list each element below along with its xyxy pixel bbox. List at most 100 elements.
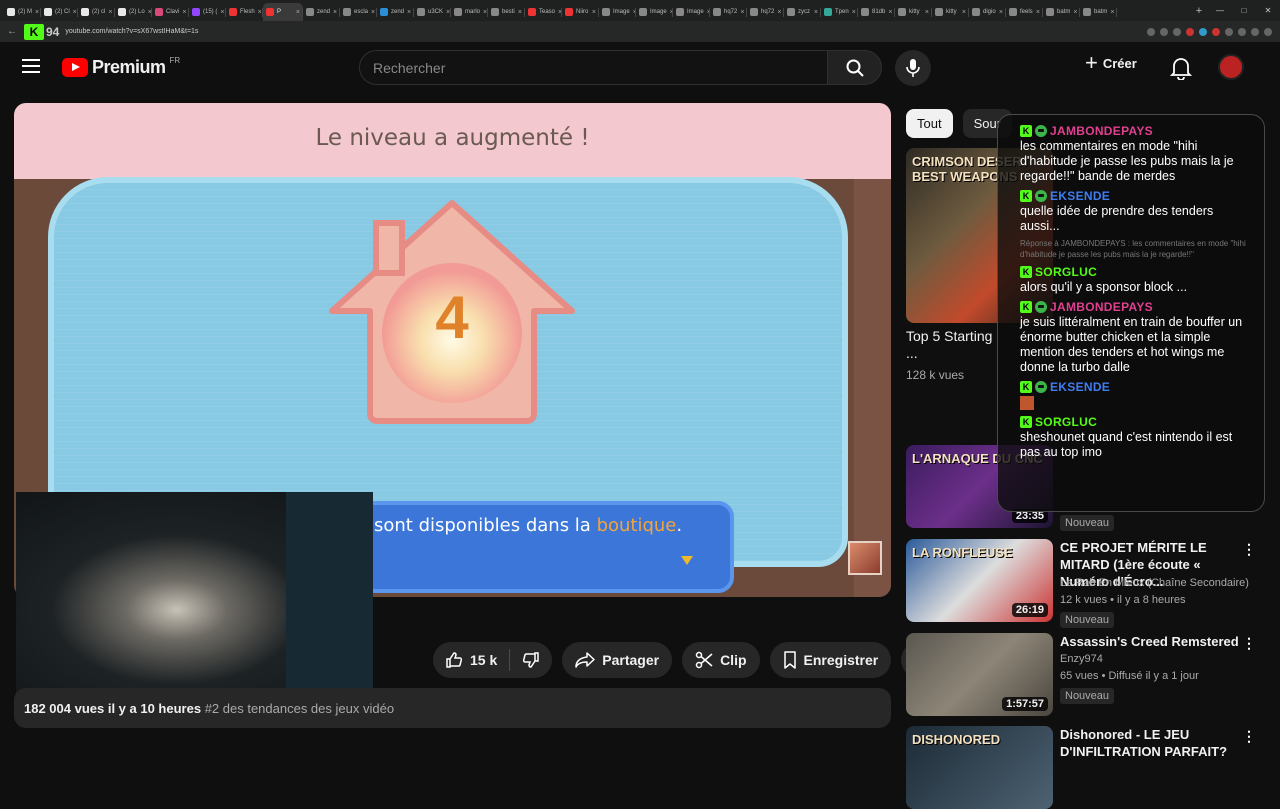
browser-tab[interactable]: zend × bbox=[303, 3, 340, 21]
description-box[interactable]: 182 004 vues il y a 10 heures #2 des ten… bbox=[14, 688, 891, 728]
tab-close-icon[interactable]: × bbox=[407, 9, 411, 16]
chat-username[interactable]: EKSENDE bbox=[1050, 189, 1110, 203]
video-title[interactable]: Assassin's Creed Remstered bbox=[1060, 633, 1240, 650]
search-input[interactable]: Rechercher bbox=[359, 50, 828, 85]
channel-name[interactable]: Enzy974 bbox=[1060, 653, 1103, 665]
notifications-bell-icon[interactable] bbox=[1170, 56, 1192, 80]
extension-icon[interactable] bbox=[1186, 27, 1194, 36]
browser-tab[interactable]: (15) (× bbox=[189, 3, 226, 21]
browser-tab[interactable]: Teaso × bbox=[525, 3, 562, 21]
browser-tab[interactable]: batm × bbox=[1080, 3, 1117, 21]
maximize-button[interactable]: □ bbox=[1232, 6, 1256, 15]
menu-dots-icon[interactable] bbox=[1264, 27, 1272, 36]
browser-tab[interactable]: Image × bbox=[636, 3, 673, 21]
trending-tag[interactable]: #2 des tendances des jeux vidéo bbox=[205, 701, 394, 716]
tab-close-icon[interactable]: × bbox=[592, 9, 596, 16]
url-field[interactable]: youtube.com/watch?v=sX67wstIHaM&t=1s bbox=[65, 28, 1141, 35]
browser-tab[interactable]: zend × bbox=[377, 3, 414, 21]
browser-tab[interactable]: digio × bbox=[969, 3, 1006, 21]
video-title[interactable]: Top 5 Starting ... bbox=[906, 328, 996, 362]
browser-tab[interactable]: Image × bbox=[673, 3, 710, 21]
chat-username[interactable]: SORGLUC bbox=[1035, 265, 1097, 279]
clip-button[interactable]: Clip bbox=[682, 642, 760, 678]
browser-tab[interactable]: (2) cl × bbox=[78, 3, 115, 21]
channel-name[interactable]: Le Rab En Mieux (Chaîne Secondaire) bbox=[1060, 577, 1249, 589]
browser-tab[interactable]: Image × bbox=[599, 3, 636, 21]
browser-tab[interactable]: Flesh × bbox=[226, 3, 263, 21]
chat-username[interactable]: SORGLUC bbox=[1035, 415, 1097, 429]
youtube-logo[interactable]: Premium FR bbox=[62, 56, 180, 78]
tab-close-icon[interactable]: × bbox=[333, 9, 337, 16]
tab-close-icon[interactable]: × bbox=[1036, 9, 1040, 16]
chat-username[interactable]: EKSENDE bbox=[1050, 380, 1110, 394]
filter-chip[interactable]: Tout bbox=[906, 109, 953, 138]
browser-tab[interactable]: Tpen × bbox=[821, 3, 858, 21]
tab-close-icon[interactable]: × bbox=[962, 9, 966, 16]
tab-close-icon[interactable]: × bbox=[220, 9, 224, 16]
avatar[interactable] bbox=[1218, 54, 1244, 80]
browser-tab[interactable]: besti × bbox=[488, 3, 525, 21]
browser-tab[interactable]: 81db × bbox=[858, 3, 895, 21]
new-tab-button[interactable]: + bbox=[1190, 5, 1208, 17]
browser-tab[interactable]: hq72 × bbox=[747, 3, 784, 21]
more-options-icon[interactable]: ⋮ bbox=[1242, 541, 1256, 558]
chat-username[interactable]: JAMBONDEPAYS bbox=[1050, 300, 1153, 314]
browser-tab[interactable]: marlo × bbox=[451, 3, 488, 21]
tab-close-icon[interactable]: × bbox=[999, 9, 1003, 16]
browser-tab[interactable]: batm × bbox=[1043, 3, 1080, 21]
browser-tab[interactable]: hq72 × bbox=[710, 3, 747, 21]
video-thumbnail[interactable]: LA RONFLEUSE 26:19 bbox=[906, 539, 1053, 622]
browser-tab[interactable]: feels × bbox=[1006, 3, 1043, 21]
search-button[interactable] bbox=[827, 50, 882, 85]
tab-close-icon[interactable]: × bbox=[73, 9, 77, 16]
voice-search-button[interactable] bbox=[895, 50, 931, 86]
share-button[interactable]: Partager bbox=[562, 642, 673, 678]
profile-icon[interactable] bbox=[1251, 27, 1259, 36]
tab-close-icon[interactable]: × bbox=[483, 9, 487, 16]
browser-tab[interactable]: u3CK × bbox=[414, 3, 451, 21]
chat-username[interactable]: JAMBONDEPAYS bbox=[1050, 124, 1153, 138]
browser-tab[interactable]: (2) Cl × bbox=[41, 3, 78, 21]
browser-tab[interactable]: zycz × bbox=[784, 3, 821, 21]
minimize-button[interactable]: — bbox=[1208, 6, 1232, 15]
video-title[interactable]: Dishonored - LE JEU D'INFILTRATION PARFA… bbox=[1060, 726, 1240, 760]
extension-icon[interactable] bbox=[1238, 27, 1246, 36]
tab-close-icon[interactable]: × bbox=[777, 9, 781, 16]
more-options-icon[interactable]: ⋮ bbox=[1242, 635, 1256, 652]
tab-close-icon[interactable]: × bbox=[740, 9, 744, 16]
tab-close-icon[interactable]: × bbox=[1110, 9, 1114, 16]
tab-close-icon[interactable]: × bbox=[258, 9, 262, 16]
tab-close-icon[interactable]: × bbox=[925, 9, 929, 16]
tab-close-icon[interactable]: × bbox=[296, 9, 300, 16]
extension-icon[interactable] bbox=[1199, 27, 1207, 36]
browser-tab[interactable]: (2) M × bbox=[4, 3, 41, 21]
tab-close-icon[interactable]: × bbox=[1073, 9, 1077, 16]
tab-close-icon[interactable]: × bbox=[371, 9, 375, 16]
extension-icon[interactable] bbox=[1160, 27, 1168, 36]
tab-close-icon[interactable]: × bbox=[852, 9, 856, 16]
tab-close-icon[interactable]: × bbox=[446, 9, 450, 16]
video-thumbnail[interactable]: DISHONORED bbox=[906, 726, 1053, 809]
tab-close-icon[interactable]: × bbox=[814, 9, 818, 16]
video-thumbnail[interactable]: 1:57:57 bbox=[906, 633, 1053, 716]
browser-tab[interactable]: escla × bbox=[340, 3, 377, 21]
extension-icon[interactable] bbox=[1212, 27, 1220, 36]
close-window-button[interactable]: ✕ bbox=[1256, 6, 1280, 15]
tab-close-icon[interactable]: × bbox=[35, 9, 39, 16]
extension-icon[interactable] bbox=[1147, 27, 1155, 36]
channel-watermark[interactable] bbox=[848, 541, 882, 575]
browser-tab[interactable]: (2) Lo × bbox=[115, 3, 152, 21]
browser-tab[interactable]: kitty × bbox=[932, 3, 969, 21]
save-button[interactable]: Enregistrer bbox=[769, 642, 892, 678]
hamburger-menu-icon[interactable] bbox=[22, 59, 40, 73]
tab-close-icon[interactable]: × bbox=[518, 9, 522, 16]
tab-close-icon[interactable]: × bbox=[108, 9, 112, 16]
extension-icon[interactable] bbox=[1225, 27, 1233, 36]
like-button[interactable]: 15 k bbox=[433, 642, 509, 678]
back-icon[interactable]: ← bbox=[6, 26, 18, 37]
browser-tab[interactable]: Niiro × bbox=[562, 3, 599, 21]
browser-tab[interactable]: kitty × bbox=[895, 3, 932, 21]
create-button[interactable]: + Créer bbox=[1085, 52, 1137, 74]
browser-tab[interactable]: Clavi × bbox=[152, 3, 189, 21]
star-icon[interactable] bbox=[1173, 27, 1181, 36]
